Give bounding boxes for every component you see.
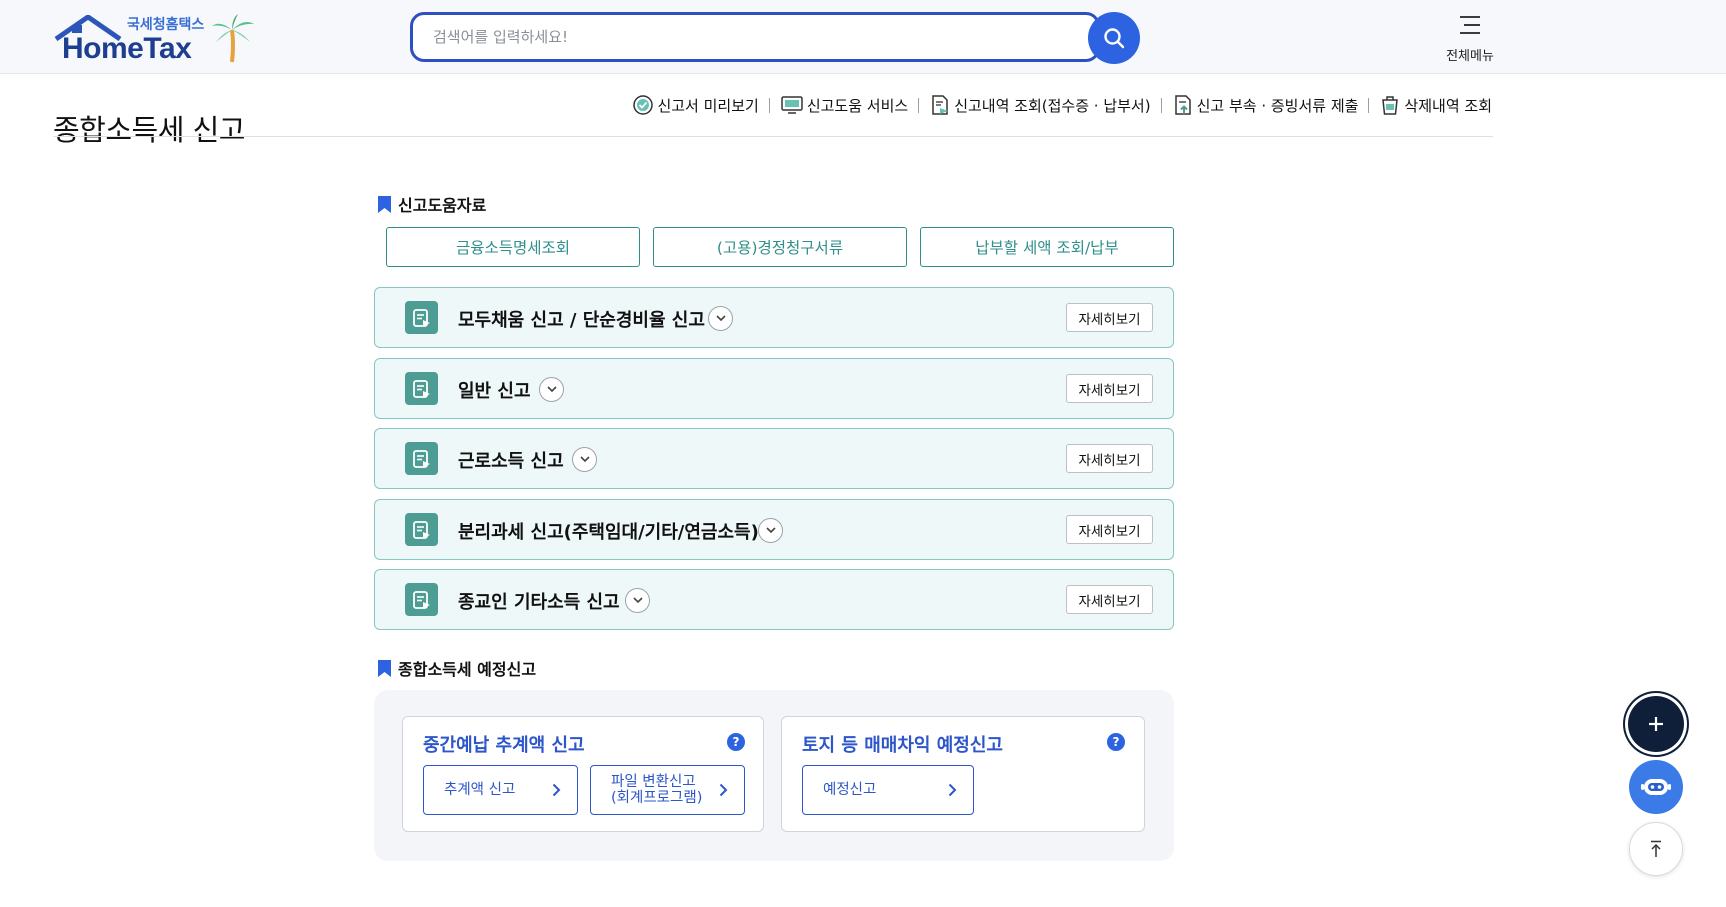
logo-subtitle: 국세청홈택스 — [127, 17, 205, 33]
document-icon — [405, 513, 438, 546]
chevron-right-icon — [719, 783, 728, 797]
quick-link-label: 삭제내역 조회 — [1404, 96, 1492, 115]
filing-row-earned-income[interactable]: 근로소득 신고 자세히보기 — [374, 428, 1174, 489]
document-search-icon — [932, 95, 949, 115]
document-icon — [405, 372, 438, 405]
quick-link-label: 신고서 미리보기 — [657, 96, 759, 115]
chevron-down-icon[interactable] — [708, 306, 733, 331]
search-box — [410, 12, 1100, 62]
search-input[interactable] — [431, 15, 1071, 59]
quick-link-label: 신고내역 조회(접수증 · 납부서) — [954, 96, 1151, 115]
detail-button[interactable]: 자세히보기 — [1066, 585, 1153, 614]
detail-button[interactable]: 자세히보기 — [1066, 515, 1153, 544]
detail-button[interactable]: 자세히보기 — [1066, 444, 1153, 473]
help-button-tax-payment[interactable]: 납부할 세액 조회/납부 — [920, 227, 1174, 267]
section-heading-help: 신고도움자료 — [377, 192, 486, 216]
bookmark-icon — [378, 195, 391, 213]
top-header: 국세청홈택스 HomeTax 전체메뉴 — [0, 0, 1726, 74]
chevron-down-icon[interactable] — [758, 518, 783, 543]
palm-tree-icon — [212, 14, 254, 63]
preliminary-panel: 중간예납 추계액 신고 ? 추계액 신고 파일 변환신고 (회계프로그램) 토지… — [374, 690, 1174, 861]
chatbot-button[interactable] — [1629, 760, 1683, 814]
document-icon — [405, 301, 438, 334]
plus-fab-button[interactable] — [1628, 696, 1684, 752]
all-menu-button[interactable]: 전체메뉴 — [1437, 12, 1503, 64]
trash-icon — [1382, 96, 1399, 115]
help-icon[interactable]: ? — [1107, 733, 1125, 751]
filing-row-label: 분리과세 신고(주택임대/기타/연금소득) — [458, 522, 759, 543]
filing-row-label: 모두채움 신고 / 단순경비율 신고 — [458, 310, 705, 331]
quick-link-history[interactable]: 신고내역 조회(접수증 · 납부서) — [929, 94, 1151, 116]
help-button-financial-income[interactable]: 금융소득명세조회 — [386, 227, 640, 267]
chevron-down-icon[interactable] — [625, 588, 650, 613]
detail-button[interactable]: 자세히보기 — [1066, 374, 1153, 403]
quick-link-preview[interactable]: 신고서 미리보기 — [632, 94, 759, 116]
arrow-up-icon — [1651, 840, 1661, 857]
file-conversion-button[interactable]: 파일 변환신고 (회계프로그램) — [590, 765, 745, 815]
plus-icon — [1649, 717, 1663, 731]
section-heading-preliminary: 종합소득세 예정신고 — [377, 656, 536, 680]
document-upload-icon — [1174, 95, 1191, 115]
filing-row-religious[interactable]: 종교인 기타소득 신고 자세히보기 — [374, 569, 1174, 630]
hamburger-icon — [1460, 16, 1480, 34]
page-title: 종합소득세 신고 — [53, 113, 245, 148]
filing-row-general[interactable]: 일반 신고 자세히보기 — [374, 358, 1174, 419]
help-button-correction-claim[interactable]: (고용)경정청구서류 — [653, 227, 907, 267]
search-icon — [1104, 28, 1125, 49]
chevron-right-icon — [552, 783, 561, 797]
hometax-logo[interactable]: 국세청홈택스 HomeTax — [52, 12, 262, 65]
filing-row-label: 일반 신고 — [458, 381, 531, 402]
chevron-down-icon[interactable] — [572, 447, 597, 472]
monitor-icon — [781, 96, 803, 114]
filing-row-label: 종교인 기타소득 신고 — [458, 592, 620, 613]
quick-link-label: 신고도움 서비스 — [806, 96, 909, 115]
check-circle-icon — [633, 95, 654, 115]
estimate-report-button[interactable]: 추계액 신고 — [423, 765, 578, 815]
filing-row-separate-tax[interactable]: 분리과세 신고(주택임대/기타/연금소득) 자세히보기 — [374, 499, 1174, 560]
robot-icon — [1641, 779, 1671, 795]
document-icon — [405, 442, 438, 475]
filing-row-label: 근로소득 신고 — [458, 451, 564, 472]
detail-button[interactable]: 자세히보기 — [1066, 303, 1153, 332]
bookmark-icon — [378, 659, 391, 677]
all-menu-label: 전체메뉴 — [1446, 49, 1494, 64]
quick-link-deleted[interactable]: 삭제내역 조회 — [1379, 94, 1492, 116]
card-land-sale: 토지 등 매매차익 예정신고 ? 예정신고 — [781, 716, 1145, 832]
card-title: 토지 등 매매차익 예정신고 — [802, 735, 1003, 756]
quick-link-help-service[interactable]: 신고도움 서비스 — [780, 94, 908, 116]
divider — [768, 97, 770, 113]
divider — [1368, 97, 1370, 113]
document-icon — [405, 583, 438, 616]
quick-link-label: 신고 부속 · 증빙서류 제출 — [1196, 96, 1359, 115]
quick-link-submit-docs[interactable]: 신고 부속 · 증빙서류 제출 — [1172, 94, 1359, 116]
filing-row-simple[interactable]: 모두채움 신고 / 단순경비율 신고 자세히보기 — [374, 287, 1174, 348]
scroll-top-button[interactable] — [1629, 822, 1683, 876]
search-button[interactable] — [1088, 12, 1140, 64]
card-interim-prepayment: 중간예납 추계액 신고 ? 추계액 신고 파일 변환신고 (회계프로그램) — [402, 716, 764, 832]
title-divider — [53, 136, 1493, 137]
quick-links-bar: 신고서 미리보기 신고도움 서비스 신고내역 조회(접수증 · 납부서) 신고 … — [632, 94, 1492, 116]
divider — [918, 97, 920, 113]
chevron-right-icon — [948, 783, 957, 797]
help-icon[interactable]: ? — [727, 733, 745, 751]
divider — [1160, 97, 1162, 113]
preliminary-report-button[interactable]: 예정신고 — [802, 765, 974, 815]
logo-wordmark: HomeTax — [62, 32, 192, 65]
chevron-down-icon[interactable] — [539, 377, 564, 402]
card-title: 중간예납 추계액 신고 — [423, 735, 585, 756]
